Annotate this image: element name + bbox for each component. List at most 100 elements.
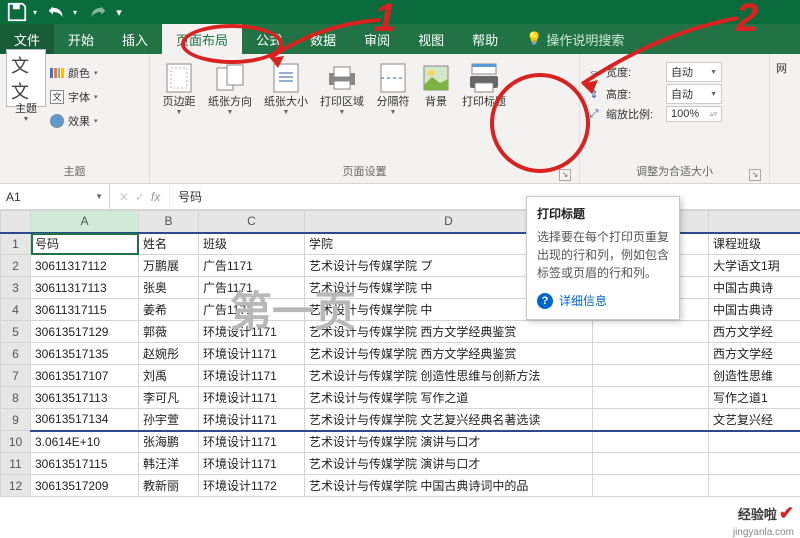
paper-size-button[interactable]: 纸张大小▼ (258, 58, 314, 116)
cell[interactable]: 中国古典诗 (709, 277, 800, 299)
col-header-hidden2[interactable] (709, 211, 800, 233)
cell[interactable]: 韩汪洋 (139, 453, 199, 475)
row-header[interactable]: 11 (1, 453, 31, 475)
row-header[interactable]: 3 (1, 277, 31, 299)
cell[interactable] (593, 409, 709, 431)
cell[interactable] (593, 475, 709, 497)
cell[interactable]: 艺术设计与传媒学院 演讲与口才 (305, 431, 593, 453)
tab-insert[interactable]: 插入 (108, 24, 162, 54)
cell[interactable]: 3.0614E+10 (31, 431, 139, 453)
dialog-launcher-icon[interactable]: ↘ (749, 169, 761, 181)
col-header-B[interactable]: B (139, 211, 199, 233)
cell[interactable] (709, 431, 800, 453)
breaks-button[interactable]: 分隔符▼ (370, 58, 416, 116)
cell[interactable]: 艺术设计与传媒学院 创造性思维与创新方法 (305, 365, 593, 387)
cell[interactable]: 环境设计1171 (199, 343, 305, 365)
cell[interactable]: 号码 (31, 233, 139, 255)
col-header-A[interactable]: A (31, 211, 139, 233)
cell[interactable]: 艺术设计与传媒学院 中国古典诗词中的品 (305, 475, 593, 497)
cell[interactable]: 刘禹 (139, 365, 199, 387)
select-all-corner[interactable] (1, 211, 31, 233)
themes-button[interactable]: 文文 (6, 58, 46, 98)
cell[interactable]: 环境设计1171 (199, 321, 305, 343)
cell[interactable]: 30613517115 (31, 453, 139, 475)
cell[interactable]: 写作之道1 (709, 387, 800, 409)
cell[interactable]: 30611317113 (31, 277, 139, 299)
print-area-button[interactable]: 打印区域▼ (314, 58, 370, 116)
redo-icon[interactable] (86, 2, 108, 22)
qat-dropdown-icon[interactable]: ▾ (24, 2, 46, 22)
cell[interactable]: 30611317115 (31, 299, 139, 321)
theme-effects-button[interactable]: 效果▾ (50, 110, 98, 132)
cell[interactable] (593, 431, 709, 453)
cell[interactable]: 西方文学经 (709, 321, 800, 343)
scale-spinner[interactable]: 100%▵▿ (666, 106, 722, 122)
formula-input[interactable]: 号码 (170, 184, 800, 209)
tab-home[interactable]: 开始 (54, 24, 108, 54)
print-titles-button[interactable]: 打印标题 (456, 58, 512, 109)
cell[interactable] (593, 365, 709, 387)
enter-icon[interactable]: ✓ (135, 190, 145, 204)
cell[interactable] (709, 453, 800, 475)
row-header[interactable]: 12 (1, 475, 31, 497)
fx-icon[interactable]: fx (151, 190, 160, 204)
tab-help[interactable]: 帮助 (458, 24, 512, 54)
row-header[interactable]: 4 (1, 299, 31, 321)
cell[interactable]: 文艺复兴经 (709, 409, 800, 431)
row-header[interactable]: 2 (1, 255, 31, 277)
cell[interactable] (593, 321, 709, 343)
width-dropdown[interactable]: 自动▼ (666, 62, 722, 82)
tab-view[interactable]: 视图 (404, 24, 458, 54)
cell[interactable]: 万鹏展 (139, 255, 199, 277)
cell[interactable]: 创造性思维 (709, 365, 800, 387)
cell[interactable]: 环境设计1172 (199, 475, 305, 497)
cell[interactable]: 艺术设计与传媒学院 西方文学经典鉴赏 (305, 343, 593, 365)
cell[interactable]: 广告1171 (199, 277, 305, 299)
cell[interactable]: 张海鹏 (139, 431, 199, 453)
cell[interactable]: 30613517107 (31, 365, 139, 387)
cell[interactable]: 班级 (199, 233, 305, 255)
cancel-icon[interactable]: ✕ (119, 190, 129, 204)
tab-formulas[interactable]: 公式 (242, 24, 296, 54)
row-header[interactable]: 6 (1, 343, 31, 365)
height-dropdown[interactable]: 自动▼ (666, 84, 722, 104)
theme-fonts-button[interactable]: 文字体▾ (50, 86, 98, 108)
cell[interactable]: 艺术设计与传媒学院 文艺复兴经典名著选读 (305, 409, 593, 431)
cell[interactable]: 环境设计1171 (199, 387, 305, 409)
tooltip-more-link[interactable]: ?详细信息 (537, 292, 669, 309)
background-button[interactable]: 背景 (416, 58, 456, 109)
orientation-button[interactable]: 纸张方向▼ (202, 58, 258, 116)
worksheet-grid[interactable]: A B C D 1 号码 姓名 班级 学院 说 课程班级 2 306113171… (0, 210, 800, 497)
cell[interactable]: 环境设计1171 (199, 431, 305, 453)
tell-me-search[interactable]: 💡操作说明搜索 (512, 24, 638, 54)
cell[interactable]: 广告1171 (199, 255, 305, 277)
cell[interactable]: 30613517134 (31, 409, 139, 431)
cell[interactable] (709, 475, 800, 497)
row-header[interactable]: 9 (1, 409, 31, 431)
cell[interactable]: 艺术设计与传媒学院 演讲与口才 (305, 453, 593, 475)
name-box-dropdown-icon[interactable]: ▼ (95, 192, 103, 201)
name-box[interactable]: A1▼ (0, 184, 110, 209)
cell[interactable]: 30613517135 (31, 343, 139, 365)
dialog-launcher-icon[interactable]: ↘ (559, 169, 571, 181)
cell[interactable]: 姜希 (139, 299, 199, 321)
cell[interactable]: 30613517113 (31, 387, 139, 409)
cell[interactable]: 环境设计1171 (199, 409, 305, 431)
cell[interactable]: 西方文学经 (709, 343, 800, 365)
cell[interactable]: 孙宇萱 (139, 409, 199, 431)
tab-review[interactable]: 审阅 (350, 24, 404, 54)
cell[interactable]: 中国古典诗 (709, 299, 800, 321)
cell[interactable]: 环境设计1171 (199, 365, 305, 387)
cell[interactable]: 郭薇 (139, 321, 199, 343)
cell[interactable]: 广告1171 (199, 299, 305, 321)
cell[interactable] (593, 343, 709, 365)
cell[interactable]: 大学语文1玥 (709, 255, 800, 277)
cell[interactable]: 30613517129 (31, 321, 139, 343)
cell[interactable]: 李可凡 (139, 387, 199, 409)
cell[interactable]: 课程班级 (709, 233, 800, 255)
cell[interactable]: 环境设计1171 (199, 453, 305, 475)
undo-dropdown-icon[interactable]: ▾ (64, 2, 86, 22)
cell[interactable]: 艺术设计与传媒学院 写作之道 (305, 387, 593, 409)
cell[interactable]: 30613517209 (31, 475, 139, 497)
margins-button[interactable]: 页边距▼ (156, 58, 202, 116)
